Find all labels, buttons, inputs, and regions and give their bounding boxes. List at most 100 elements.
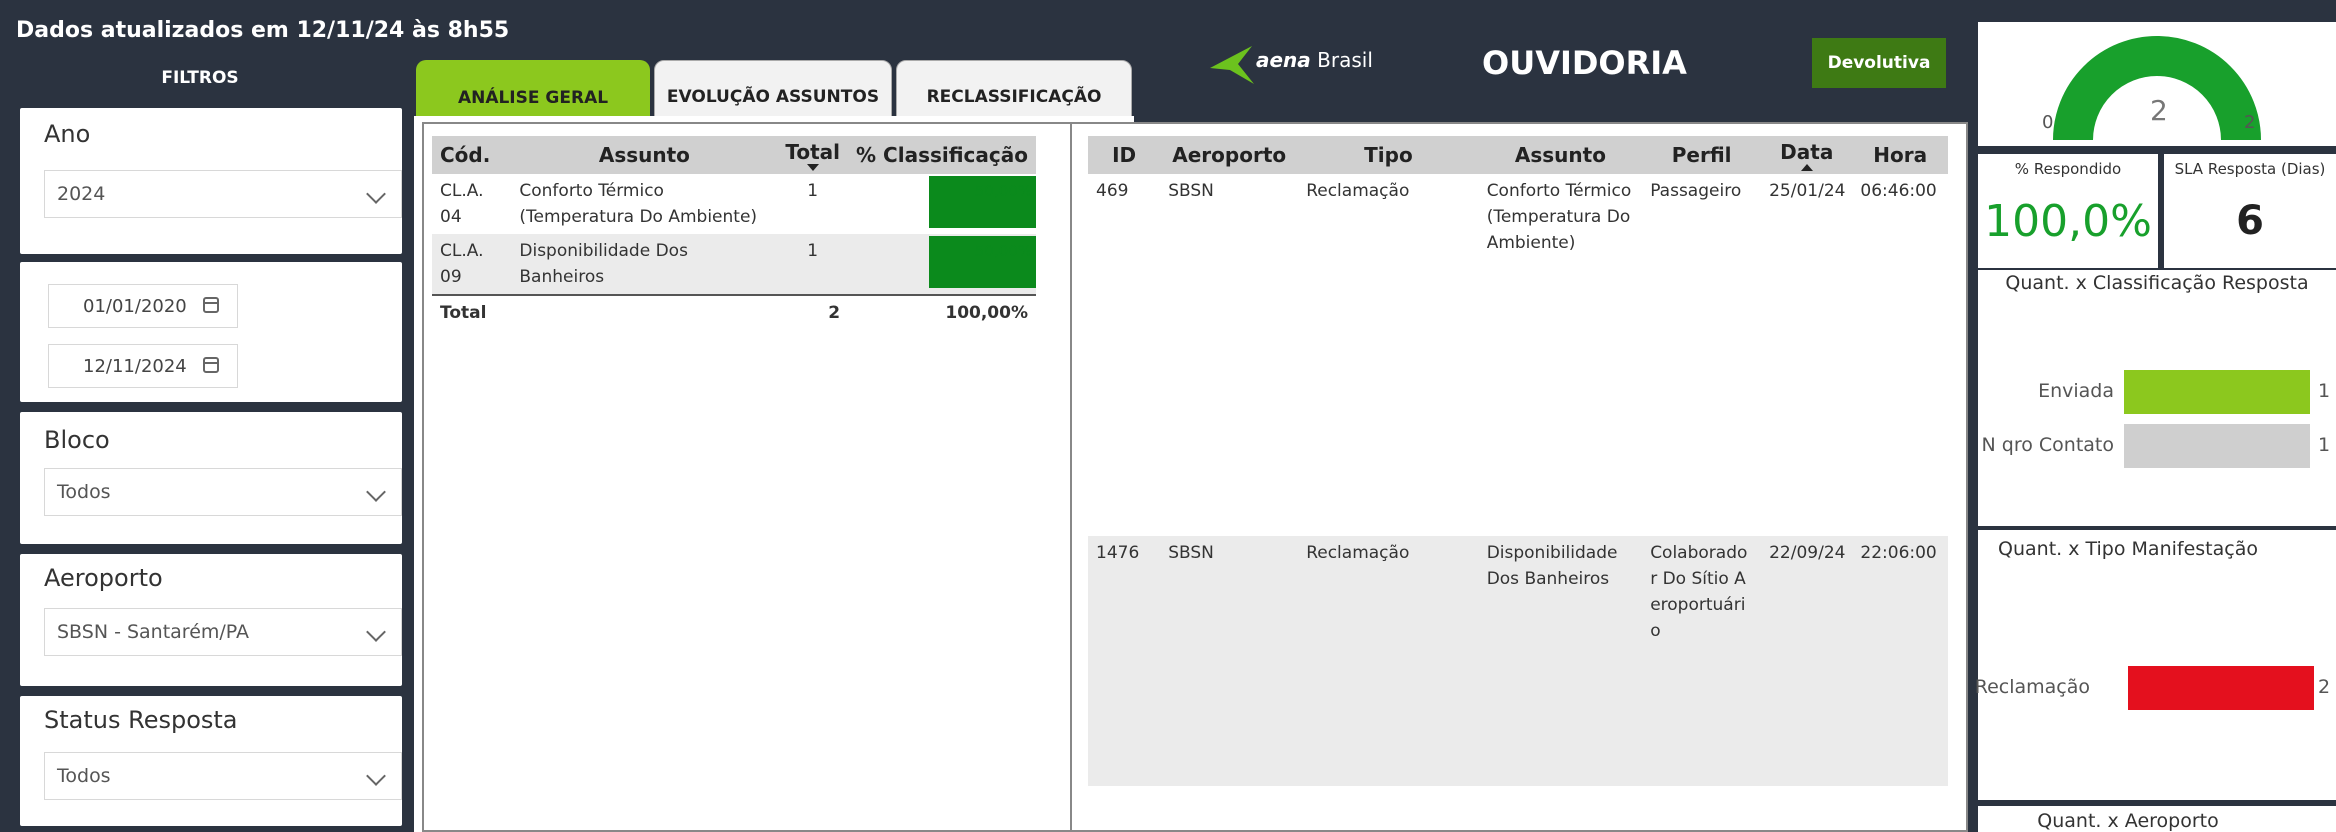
cell-total: 1 xyxy=(777,234,849,295)
bar-label: N qro Contato xyxy=(1981,434,2114,456)
kpi-sla-card: SLA Resposta (Dias) 6 xyxy=(2164,154,2336,268)
date-end-value: 12/11/2024 xyxy=(83,356,187,377)
cell-data: 25/01/24 xyxy=(1769,181,1846,201)
kpi-respondido-label: % Respondido xyxy=(2014,160,2122,178)
filter-bloco-value: Todos xyxy=(57,481,111,503)
total-label: Total xyxy=(440,303,487,323)
col-hora-header[interactable]: Hora xyxy=(1852,136,1948,174)
calendar-icon[interactable] xyxy=(203,357,219,373)
pct-bar-track: 50,00% xyxy=(856,236,1036,288)
cell-assunto: Disponibilidade Dos Banheiros xyxy=(511,234,778,295)
bar-value: 1 xyxy=(2318,380,2331,402)
cell-hora: 22:06:00 xyxy=(1852,536,1948,786)
filter-bloco-panel: Bloco Todos xyxy=(20,412,402,544)
tab-evolucao-assuntos[interactable]: EVOLUÇÃO ASSUNTOS xyxy=(654,60,892,118)
chart-tipo-title: Quant. x Tipo Manifestação xyxy=(1998,538,2258,560)
col-aeroporto-header[interactable]: Aeroporto xyxy=(1160,136,1299,174)
cell-pct: 50,00% xyxy=(848,234,1036,295)
kpi-respondido-card: % Respondido 100,0% xyxy=(1978,154,2158,268)
tab-reclassificacao[interactable]: RECLASSIFICAÇÃO xyxy=(896,60,1132,118)
cell-hora: 06:46:00 xyxy=(1860,181,1937,201)
col-assunto-header[interactable]: Assunto xyxy=(1478,136,1643,174)
kpi-sla-label: SLA Resposta (Dias) xyxy=(2174,160,2326,178)
filter-aeroporto-value: SBSN - Santarém/PA xyxy=(57,621,250,643)
bar[interactable] xyxy=(2124,424,2310,468)
classification-table-panel: Cód. Assunto Total % Classificação CL.A.… xyxy=(422,122,1076,832)
col-tipo-header[interactable]: Tipo xyxy=(1298,136,1479,174)
sort-desc-icon xyxy=(806,163,819,171)
chart-classificacao-title: Quant. x Classificação Resposta xyxy=(2005,272,2309,294)
filter-ano-value: 2024 xyxy=(57,183,106,205)
col-perfil-header[interactable]: Perfil xyxy=(1642,136,1762,174)
col-data-label: Data xyxy=(1780,139,1834,164)
col-pct-header[interactable]: % Classificação xyxy=(848,136,1036,174)
filter-status-label: Status Resposta xyxy=(44,706,238,734)
gauge-chart xyxy=(2053,36,2261,141)
chart-classificacao-card: Quant. x Classificação Resposta Enviada … xyxy=(1978,270,2336,526)
gauge-max-label: 2 xyxy=(2244,112,2256,133)
calendar-icon[interactable] xyxy=(203,297,219,313)
cell-cod: CL.A. 04 xyxy=(440,181,484,227)
col-total-header[interactable]: Total xyxy=(777,136,849,174)
detail-table: ID Aeroporto Tipo Assunto Perfil Data Ho… xyxy=(1088,136,1948,786)
filter-ano-label: Ano xyxy=(44,120,91,148)
bar-value: 1 xyxy=(2318,434,2331,456)
filter-status-dropdown[interactable]: Todos xyxy=(44,752,402,800)
chevron-down-icon xyxy=(366,482,386,502)
bar[interactable] xyxy=(2124,370,2310,414)
pct-bar-label: 50,00% xyxy=(974,242,1032,260)
classification-table: Cód. Assunto Total % Classificação CL.A.… xyxy=(432,136,1036,330)
col-cod-header[interactable]: Cód. xyxy=(432,136,512,174)
col-id-header[interactable]: ID xyxy=(1088,136,1161,174)
date-end-input[interactable]: 12/11/2024 xyxy=(48,344,238,388)
filter-ano-dropdown[interactable]: 2024 xyxy=(44,170,402,218)
filter-aeroporto-label: Aeroporto xyxy=(44,564,163,592)
filter-bloco-label: Bloco xyxy=(44,426,110,454)
sort-asc-icon xyxy=(1800,163,1813,171)
filter-bloco-dropdown[interactable]: Todos xyxy=(44,468,402,516)
cell-aeroporto: SBSN xyxy=(1168,181,1214,201)
cell-cod: CL.A. 09 xyxy=(432,234,512,295)
page-title: OUVIDORIA xyxy=(1482,44,1687,82)
total-count: 2 xyxy=(828,303,841,323)
filters-title: FILTROS xyxy=(161,68,239,88)
chart-aeroporto-title: Quant. x Aeroporto xyxy=(2037,810,2219,832)
cell-pct: 50,00% xyxy=(848,174,1036,234)
filter-status-panel: Status Resposta Todos xyxy=(20,696,402,826)
filter-date-panel: 01/01/2020 12/11/2024 xyxy=(20,262,402,402)
col-assunto-header[interactable]: Assunto xyxy=(511,136,778,174)
kpi-respondido-value: 100,0% xyxy=(1984,196,2152,247)
bar[interactable] xyxy=(2128,666,2314,710)
cell-assunto: Disponibilidade Dos Banheiros xyxy=(1478,536,1643,786)
table-row[interactable]: CL.A. 09 Disponibilidade Dos Banheiros 1… xyxy=(432,234,1036,295)
chevron-down-icon xyxy=(366,622,386,642)
aena-brand-text: aena Brasil xyxy=(1256,48,1373,72)
date-start-input[interactable]: 01/01/2020 xyxy=(48,284,238,328)
cell-id: 1476 xyxy=(1088,536,1161,786)
pct-bar-track: 50,00% xyxy=(856,176,1036,228)
cell-aeroporto: SBSN xyxy=(1160,536,1299,786)
gauge-card: 0 2 2 xyxy=(1978,22,2336,146)
table-total-row: Total 2 100,00% xyxy=(432,295,1036,330)
col-data-header[interactable]: Data xyxy=(1761,136,1853,174)
aena-brand-bold: aena xyxy=(1256,48,1311,72)
table-row[interactable]: 469 SBSN Reclamação Conforto Térmico (Te… xyxy=(1088,174,1948,536)
table-row[interactable]: CL.A. 04 Conforto Térmico (Temperatura D… xyxy=(432,174,1036,234)
bar-label: Reclamação xyxy=(1974,676,2090,698)
last-updated-text: Dados atualizados em 12/11/24 às 8h55 xyxy=(16,18,510,43)
filter-aeroporto-panel: Aeroporto SBSN - Santarém/PA xyxy=(20,554,402,686)
col-total-label: Total xyxy=(785,139,841,164)
cell-perfil: Colaborador Do Sítio Aeroportuário xyxy=(1642,536,1762,786)
chart-aeroporto-card: Quant. x Aeroporto xyxy=(1978,806,2336,832)
aena-logo-icon xyxy=(1210,46,1254,84)
tab-analise-geral[interactable]: ANÁLISE GERAL xyxy=(416,60,650,118)
cell-assunto: Conforto Térmico (Temperatura Do Ambient… xyxy=(1486,181,1632,253)
cell-id: 469 xyxy=(1096,181,1129,201)
table-row[interactable]: 1476 SBSN Reclamação Disponibilidade Dos… xyxy=(1088,536,1948,786)
cell-total: 1 xyxy=(807,181,819,201)
cell-perfil: Passageiro xyxy=(1650,181,1742,201)
chevron-down-icon xyxy=(366,184,386,204)
cell-assunto: Conforto Térmico (Temperatura Do Ambient… xyxy=(519,181,758,227)
filter-aeroporto-dropdown[interactable]: SBSN - Santarém/PA xyxy=(44,608,402,656)
devolutiva-button[interactable]: Devolutiva xyxy=(1812,38,1946,88)
